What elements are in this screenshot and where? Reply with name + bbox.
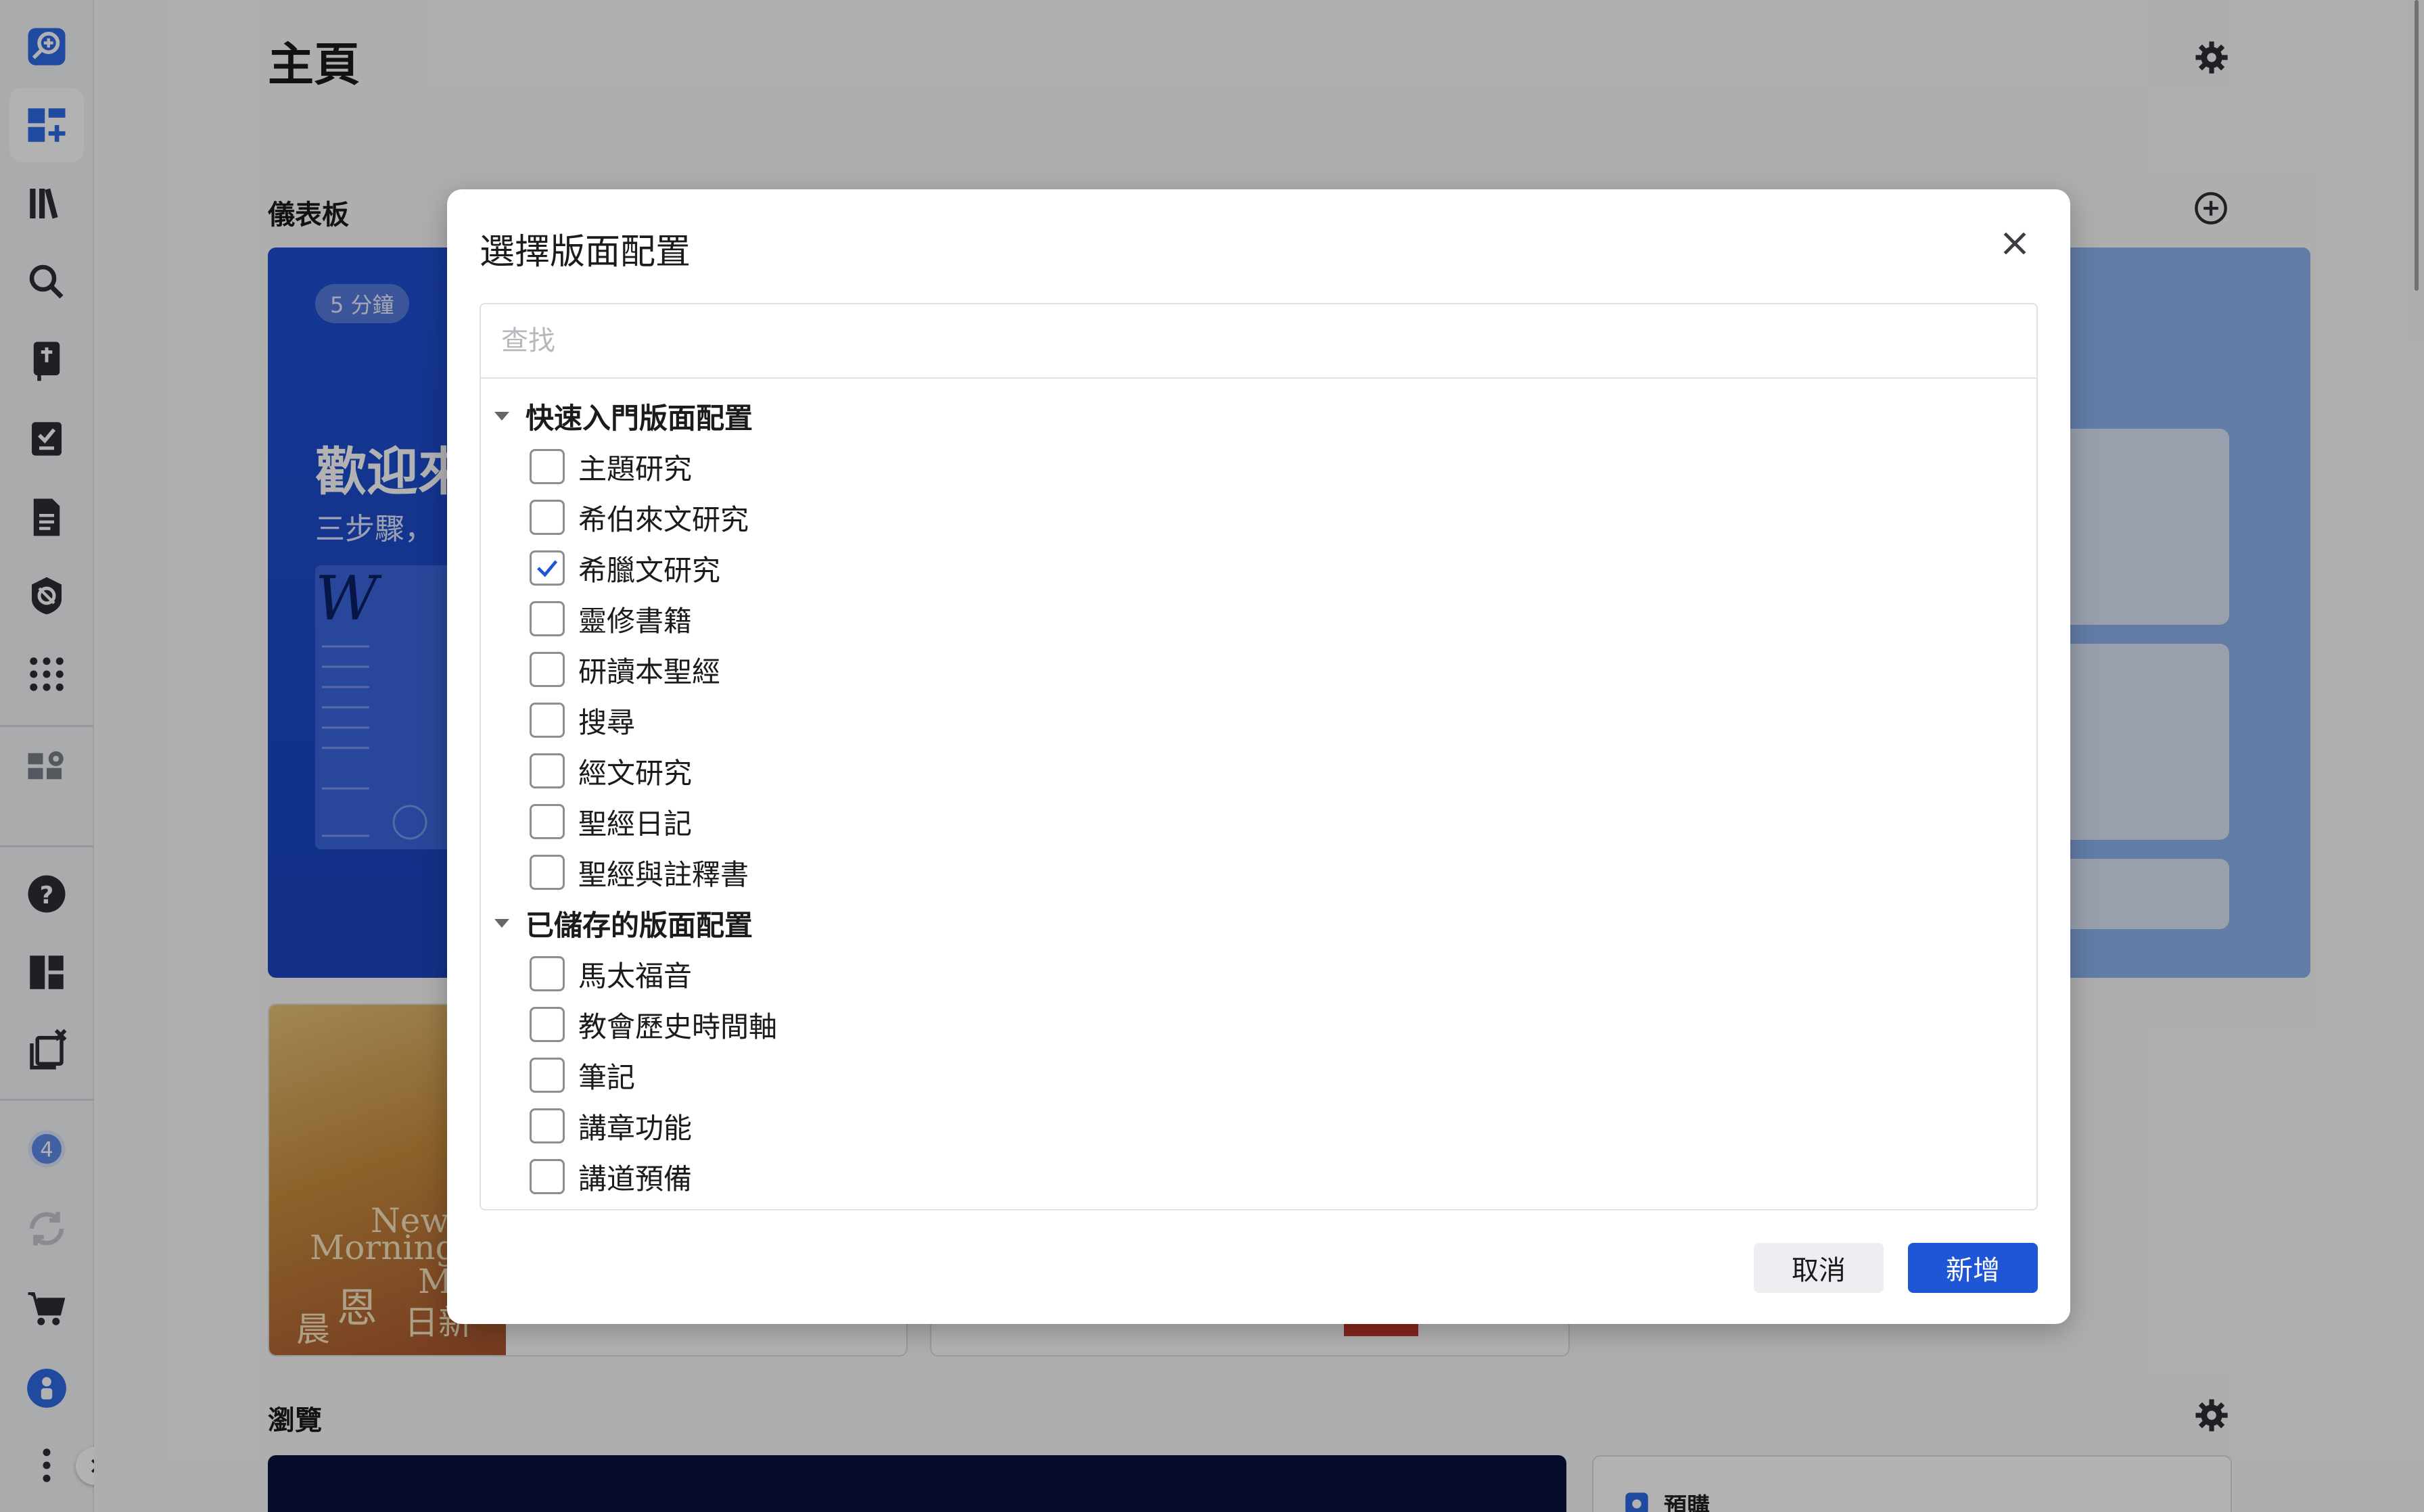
layout-item[interactable]: 希臘文研究 (530, 543, 720, 593)
layout-item-label: 主題研究 (578, 452, 693, 486)
dialog-title: 選擇版面配置 (480, 232, 691, 273)
layout-item[interactable]: 教會歷史時間軸 (530, 999, 777, 1049)
layout-item[interactable]: 靈修書籍 (530, 594, 692, 644)
checkbox[interactable] (530, 804, 565, 839)
add-button[interactable]: 新增 (1908, 1243, 2038, 1293)
layout-picker-dialog: 選擇版面配置 快速入門版面配置 主題研究 希伯來文研究 希臘文研究 靈修書籍 研… (447, 189, 2070, 1324)
group-header-quickstart[interactable]: 快速入門版面配置 (494, 391, 753, 441)
layout-item-label: 筆記 (578, 1060, 636, 1094)
close-button[interactable] (1996, 225, 2034, 262)
layout-item-label: 搜尋 (578, 705, 636, 739)
checkbox[interactable] (530, 1108, 565, 1143)
layout-item[interactable]: 研讀本聖經 (530, 644, 720, 694)
checkmark-icon (537, 560, 558, 577)
checkbox[interactable] (530, 703, 565, 738)
checkbox[interactable] (530, 1058, 565, 1093)
layout-item-label: 聖經與註釋書 (578, 857, 749, 891)
checkbox[interactable] (530, 1007, 565, 1042)
layout-item-label: 講道預備 (578, 1162, 693, 1196)
layout-item[interactable]: 馬太福音 (530, 949, 692, 999)
checkbox[interactable] (530, 855, 565, 890)
group-label: 已儲存的版面配置 (526, 908, 753, 942)
layout-item[interactable]: 經文研究 (530, 746, 692, 796)
layout-item-label: 教會歷史時間軸 (578, 1010, 778, 1043)
layout-item[interactable]: 希伯來文研究 (530, 492, 749, 542)
checkbox[interactable] (530, 652, 565, 687)
layout-item-label: 講章功能 (578, 1111, 693, 1145)
layout-item[interactable]: 聖經日記 (530, 797, 692, 847)
checkbox-checked[interactable] (530, 550, 565, 586)
checkbox[interactable] (530, 956, 565, 991)
checkbox[interactable] (530, 601, 565, 636)
layout-item-label: 馬太福音 (578, 959, 693, 993)
layout-item-label: 靈修書籍 (578, 604, 693, 638)
caret-down-icon (494, 918, 509, 928)
close-icon (2003, 232, 2026, 255)
layout-item[interactable]: 搜尋 (530, 695, 635, 745)
layout-item-label: 研讀本聖經 (578, 655, 721, 688)
checkbox[interactable] (530, 500, 565, 535)
layout-item[interactable]: 聖經與註釋書 (530, 847, 749, 897)
layout-item-label: 聖經日記 (578, 807, 693, 841)
layout-item[interactable]: 講道預備 (530, 1152, 692, 1202)
layout-list-panel: 快速入門版面配置 主題研究 希伯來文研究 希臘文研究 靈修書籍 研讀本聖經 搜尋… (480, 303, 2038, 1210)
layout-item[interactable]: 講章功能 (530, 1101, 692, 1151)
layout-item-label: 希伯來文研究 (578, 502, 749, 536)
checkbox[interactable] (530, 449, 565, 484)
layout-item[interactable]: 筆記 (530, 1050, 635, 1100)
layout-item-label: 希臘文研究 (578, 553, 721, 587)
caret-down-icon (494, 411, 509, 421)
checkbox[interactable] (530, 1159, 565, 1194)
page-scrollbar[interactable] (2415, 0, 2419, 291)
group-header-saved[interactable]: 已儲存的版面配置 (494, 898, 753, 948)
layout-item[interactable]: 主題研究 (530, 442, 692, 492)
layout-item-label: 經文研究 (578, 756, 693, 790)
cancel-button[interactable]: 取消 (1754, 1243, 1884, 1293)
checkbox[interactable] (530, 753, 565, 788)
group-label: 快速入門版面配置 (526, 401, 753, 435)
search-input[interactable] (481, 304, 2036, 379)
